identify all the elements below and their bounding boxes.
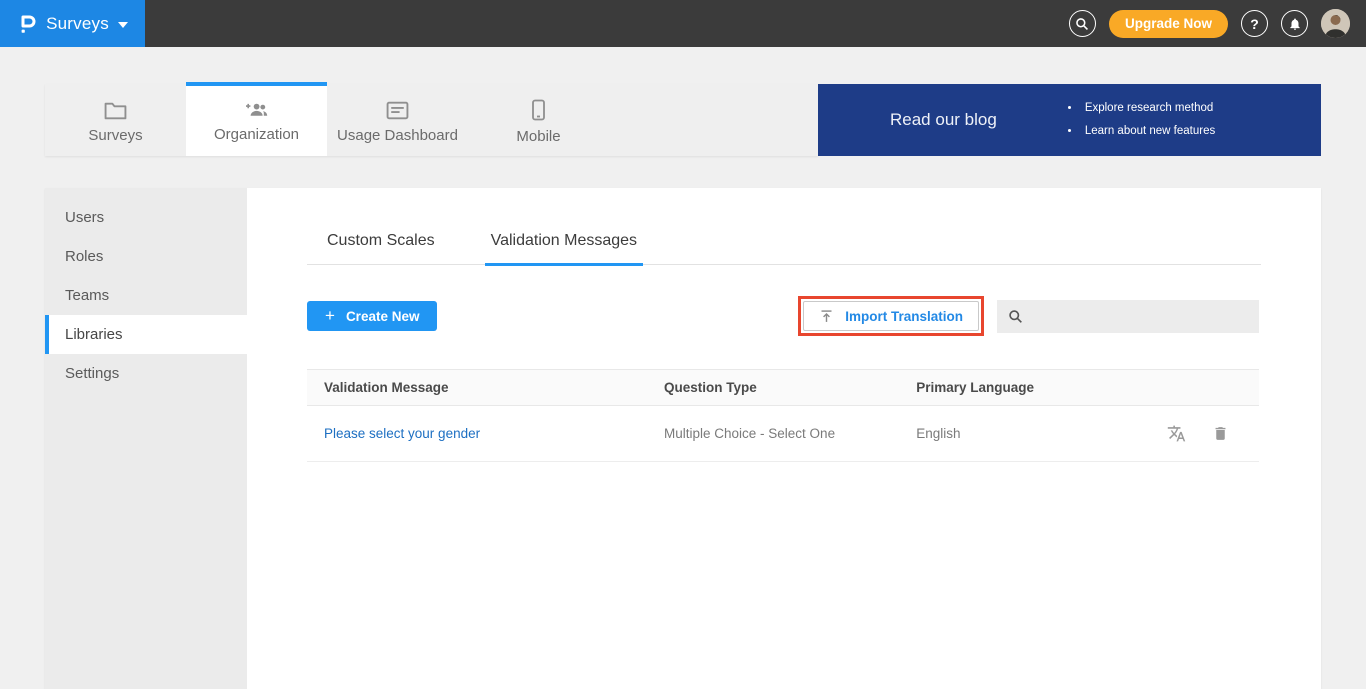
nav-tab-mobile[interactable]: Mobile xyxy=(468,82,609,156)
toolbar: + Create New Import Translation xyxy=(307,296,1259,336)
search-icon xyxy=(1075,17,1089,31)
column-header-question-type: Question Type xyxy=(664,380,916,395)
mobile-icon xyxy=(531,99,546,121)
sidebar-item-settings[interactable]: Settings xyxy=(45,354,247,393)
create-new-label: Create New xyxy=(346,309,420,324)
sidebar-item-label: Roles xyxy=(65,248,103,265)
upload-icon xyxy=(819,309,834,324)
column-header-validation-message: Validation Message xyxy=(307,380,664,395)
delete-icon[interactable] xyxy=(1212,424,1229,443)
brand-logo-icon xyxy=(17,13,37,35)
annotation-highlight: Import Translation xyxy=(798,296,984,336)
group-add-icon xyxy=(244,101,269,119)
banner-bullet-list: Explore research method Learn about new … xyxy=(1065,97,1215,143)
main-panel: Users Roles Teams Libraries Settings Cus… xyxy=(45,188,1321,689)
topbar: Surveys Upgrade Now ? xyxy=(0,0,1366,47)
create-new-button[interactable]: + Create New xyxy=(307,301,437,331)
table-header: Validation Message Question Type Primary… xyxy=(307,369,1259,406)
sidebar-item-label: Libraries xyxy=(65,326,123,343)
topbar-actions: Upgrade Now ? xyxy=(1069,9,1366,38)
primary-language-cell: English xyxy=(916,426,1116,441)
caret-down-icon xyxy=(118,22,128,28)
tab-validation-messages[interactable]: Validation Messages xyxy=(485,232,643,266)
banner-bullet: Explore research method xyxy=(1081,97,1215,120)
nav-tabs: Surveys Organization xyxy=(45,84,818,156)
nav-tab-label: Usage Dashboard xyxy=(337,127,458,144)
user-avatar[interactable] xyxy=(1321,9,1350,38)
upgrade-now-button[interactable]: Upgrade Now xyxy=(1109,10,1228,38)
nav-tab-usage-dashboard[interactable]: Usage Dashboard xyxy=(327,82,468,156)
toolbar-right: Import Translation xyxy=(798,296,1259,336)
sidebar-item-label: Teams xyxy=(65,287,109,304)
search-input[interactable] xyxy=(1032,308,1248,325)
nav-tab-label: Mobile xyxy=(516,128,560,145)
sidebar-item-label: Settings xyxy=(65,365,119,382)
validation-messages-table: Validation Message Question Type Primary… xyxy=(307,369,1259,462)
column-header-primary-language: Primary Language xyxy=(916,380,1116,395)
product-switcher[interactable]: Surveys xyxy=(0,0,145,47)
banner-bullet: Learn about new features xyxy=(1081,120,1215,143)
question-type-cell: Multiple Choice - Select One xyxy=(664,426,916,441)
nav-tab-organization[interactable]: Organization xyxy=(186,82,327,156)
import-translation-button[interactable]: Import Translation xyxy=(803,301,979,331)
import-translation-label: Import Translation xyxy=(845,309,963,324)
plus-icon: + xyxy=(325,307,335,324)
search-button[interactable] xyxy=(1069,10,1096,37)
validation-message-link[interactable]: Please select your gender xyxy=(324,426,480,441)
sidebar-item-label: Users xyxy=(65,209,104,226)
app-window: Surveys Upgrade Now ? xyxy=(0,0,1366,689)
bell-icon xyxy=(1288,17,1302,31)
content-area: Custom Scales Validation Messages + Crea… xyxy=(247,188,1321,689)
primary-navigation: Surveys Organization xyxy=(45,84,1321,156)
sidebar-item-libraries[interactable]: Libraries xyxy=(45,315,247,354)
help-icon: ? xyxy=(1250,16,1259,32)
table-row: Please select your gender Multiple Choic… xyxy=(307,406,1259,462)
sidebar-item-users[interactable]: Users xyxy=(45,198,247,237)
translate-icon[interactable] xyxy=(1167,424,1186,443)
table-search[interactable] xyxy=(997,300,1259,333)
nav-tab-surveys[interactable]: Surveys xyxy=(45,82,186,156)
sidebar-item-teams[interactable]: Teams xyxy=(45,276,247,315)
folder-icon xyxy=(104,101,127,120)
tab-custom-scales[interactable]: Custom Scales xyxy=(321,232,441,266)
blog-banner[interactable]: Read our blog Explore research method Le… xyxy=(818,84,1321,156)
search-icon xyxy=(1008,309,1023,324)
product-name: Surveys xyxy=(46,14,109,34)
sidebar: Users Roles Teams Libraries Settings xyxy=(45,188,247,689)
notifications-button[interactable] xyxy=(1281,10,1308,37)
library-tabs: Custom Scales Validation Messages xyxy=(307,232,1261,265)
upgrade-now-label: Upgrade Now xyxy=(1125,16,1212,31)
dashboard-icon xyxy=(386,101,409,120)
help-button[interactable]: ? xyxy=(1241,10,1268,37)
banner-title[interactable]: Read our blog xyxy=(890,110,997,130)
sidebar-item-roles[interactable]: Roles xyxy=(45,237,247,276)
nav-tab-label: Surveys xyxy=(88,127,142,144)
nav-tab-label: Organization xyxy=(214,126,299,143)
